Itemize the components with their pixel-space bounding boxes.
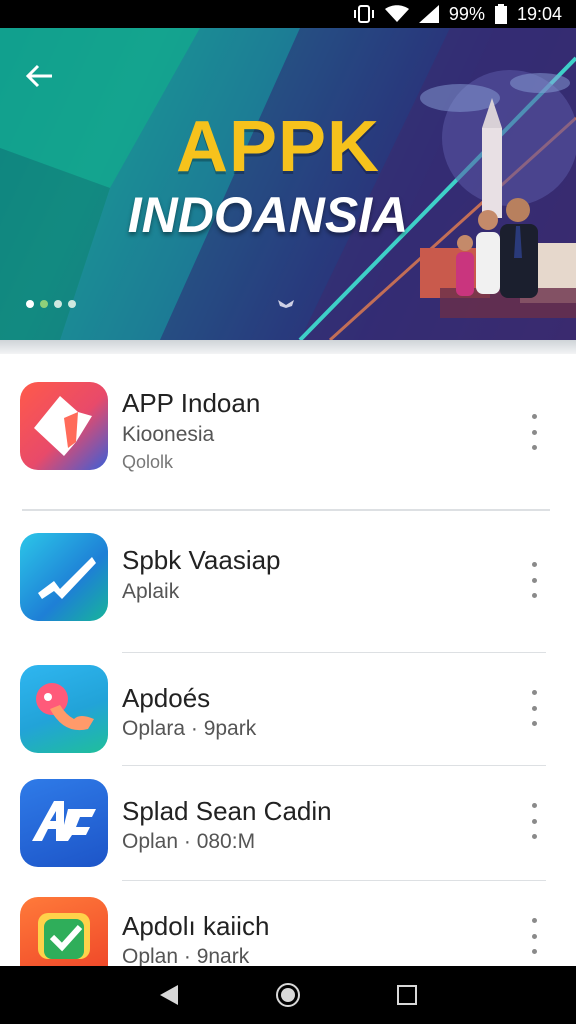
app-title: APP Indoan bbox=[122, 388, 261, 418]
app-title: Splad Sean Cadin bbox=[122, 796, 332, 826]
carousel-dot[interactable] bbox=[26, 300, 34, 308]
nav-back-icon[interactable] bbox=[158, 983, 180, 1007]
signal-icon bbox=[418, 5, 439, 23]
app-logo-icon bbox=[34, 396, 92, 456]
hero-banner[interactable]: APPK INDOANSIA bbox=[0, 28, 576, 340]
app-title: Apdolı kaiich bbox=[122, 911, 270, 941]
banner-title: APPK bbox=[175, 107, 381, 187]
app-logo-icon bbox=[38, 913, 90, 959]
more-vert-icon[interactable] bbox=[528, 414, 540, 450]
more-vert-icon[interactable] bbox=[528, 918, 540, 954]
divider bbox=[22, 509, 550, 511]
app-title: Apdoés bbox=[122, 683, 211, 713]
divider bbox=[122, 652, 546, 653]
back-button[interactable] bbox=[22, 58, 58, 94]
banner-shadow bbox=[0, 340, 576, 354]
more-vert-icon[interactable] bbox=[528, 803, 540, 839]
app-logo-icon bbox=[38, 557, 96, 599]
wifi-icon bbox=[384, 5, 409, 23]
app-subtitle: Oplara · 9park bbox=[122, 717, 257, 740]
app-subtitle: Aplaik bbox=[122, 580, 180, 603]
clock: 19:04 bbox=[516, 3, 562, 24]
carousel-indicator[interactable] bbox=[26, 300, 76, 308]
app-meta: Qololk bbox=[122, 452, 174, 472]
app-title: Spbk Vaasiap bbox=[122, 545, 281, 575]
app-icon[interactable] bbox=[20, 897, 108, 966]
more-vert-icon[interactable] bbox=[528, 562, 540, 598]
app-icon[interactable] bbox=[20, 665, 108, 753]
status-bar: 99% 19:04 bbox=[0, 0, 576, 28]
battery-icon bbox=[494, 4, 507, 24]
app-icon[interactable] bbox=[20, 533, 108, 621]
app-logo-icon bbox=[36, 683, 94, 731]
banner-subtitle: INDOANSIA bbox=[127, 187, 409, 243]
nav-home-icon[interactable] bbox=[275, 982, 301, 1008]
app-subtitle: Kioonesia bbox=[122, 423, 215, 446]
carousel-dot[interactable] bbox=[40, 300, 48, 308]
divider bbox=[122, 765, 546, 766]
divider bbox=[122, 880, 546, 881]
app-icon[interactable] bbox=[20, 382, 108, 470]
vibrate-icon bbox=[353, 5, 375, 23]
nav-recents-icon[interactable] bbox=[396, 984, 418, 1006]
app-icon[interactable] bbox=[20, 779, 108, 867]
battery-percent: 99% bbox=[448, 3, 485, 24]
app-logo-icon bbox=[32, 801, 96, 841]
navigation-bar bbox=[0, 966, 576, 1024]
carousel-dot[interactable] bbox=[54, 300, 62, 308]
more-vert-icon[interactable] bbox=[528, 690, 540, 726]
app-subtitle: Oplan · 080:M bbox=[122, 830, 256, 853]
back-arrow-icon bbox=[25, 64, 52, 88]
carousel-dot[interactable] bbox=[68, 300, 76, 308]
